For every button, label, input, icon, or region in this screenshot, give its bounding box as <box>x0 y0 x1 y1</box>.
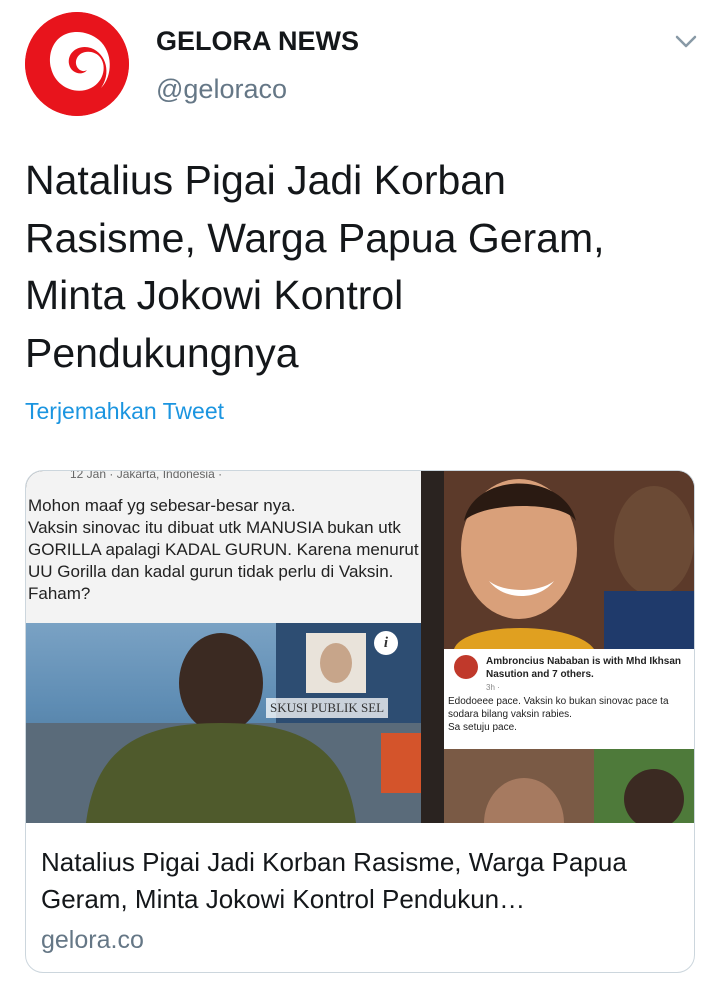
facebook-post: Ambroncius Nababan is with Mhd Ikhsan Na… <box>444 649 694 749</box>
tweet-header: GELORA NEWS @geloraco <box>0 0 719 130</box>
post-time: 3h · <box>486 683 500 692</box>
collage-divider <box>421 471 444 823</box>
card-title[interactable]: Natalius Pigai Jadi Korban Rasisme, Warg… <box>41 844 681 918</box>
avatar <box>454 655 478 679</box>
post-location-line: 12 Jan · Jakarta, Indonesia · <box>70 471 223 481</box>
info-icon[interactable]: i <box>374 631 398 655</box>
post-comment: Edodoeee pace. Vaksin ko bukan sinovac p… <box>448 696 669 733</box>
screenshot-collage-left: 12 Jan · Jakarta, Indonesia · Mohon maaf… <box>26 471 421 823</box>
link-preview-card[interactable]: 12 Jan · Jakarta, Indonesia · Mohon maaf… <box>25 470 695 973</box>
banner-text: SKUSI PUBLIK SEL <box>266 698 389 718</box>
person-photo: SKUSI PUBLIK SEL i <box>26 623 421 823</box>
author-handle[interactable]: @geloraco <box>156 74 287 105</box>
card-domain[interactable]: gelora.co <box>41 926 144 955</box>
author-name[interactable]: GELORA NEWS <box>156 26 359 57</box>
tweet-text: Natalius Pigai Jadi Korban Rasisme, Warg… <box>25 157 605 376</box>
card-image: 12 Jan · Jakarta, Indonesia · Mohon maaf… <box>26 471 694 823</box>
gelora-logo-icon[interactable] <box>25 12 129 116</box>
post-author: Ambroncius Nababan is with Mhd Ikhsan Na… <box>486 656 682 680</box>
chevron-down-icon[interactable] <box>673 28 699 54</box>
screenshot-collage-right: Ambroncius Nababan is with Mhd Ikhsan Na… <box>444 471 694 823</box>
post-text: Mohon maaf yg sebesar-besar nya. Vaksin … <box>28 496 419 603</box>
translate-tweet-link[interactable]: Terjemahkan Tweet <box>25 398 224 425</box>
